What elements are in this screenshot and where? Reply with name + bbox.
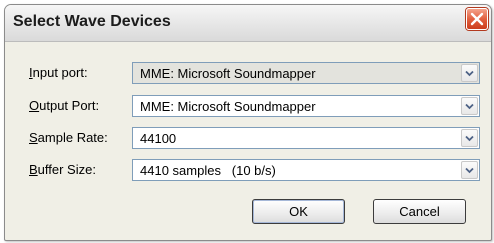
input-port-label: Input port:: [29, 65, 88, 80]
output-port-label: Output Port:: [29, 98, 100, 113]
dialog-title: Select Wave Devices: [13, 13, 171, 30]
close-x-icon: [470, 12, 484, 26]
sample-rate-label: Sample Rate:: [29, 130, 108, 145]
sample-rate-value: 44100: [140, 131, 177, 146]
buffer-size-label: Buffer Size:: [29, 162, 96, 177]
input-port-dropdown-button[interactable]: [461, 64, 478, 82]
title-bar[interactable]: Select Wave Devices: [5, 5, 491, 42]
close-button[interactable]: [466, 8, 488, 30]
input-port-value: MME: Microsoft Soundmapper: [140, 66, 316, 81]
buffer-size-select[interactable]: 4410 samples (10 b/s): [132, 159, 480, 181]
ok-button[interactable]: OK: [252, 199, 345, 224]
chevron-down-icon: [465, 103, 474, 110]
sample-rate-select[interactable]: 44100: [132, 127, 480, 149]
input-port-select[interactable]: MME: Microsoft Soundmapper: [132, 62, 480, 84]
chevron-down-icon: [465, 135, 474, 142]
output-port-select[interactable]: MME: Microsoft Soundmapper: [132, 95, 480, 117]
cancel-button[interactable]: Cancel: [373, 199, 466, 224]
sample-rate-dropdown-button[interactable]: [461, 129, 478, 147]
output-port-dropdown-button[interactable]: [461, 97, 478, 115]
buffer-size-value: 4410 samples (10 b/s): [140, 163, 276, 178]
chevron-down-icon: [465, 70, 474, 77]
select-wave-devices-dialog: Select Wave Devices Input port: MME: Mic…: [4, 4, 492, 241]
chevron-down-icon: [465, 167, 474, 174]
buffer-size-dropdown-button[interactable]: [461, 161, 478, 179]
output-port-value: MME: Microsoft Soundmapper: [140, 99, 316, 114]
